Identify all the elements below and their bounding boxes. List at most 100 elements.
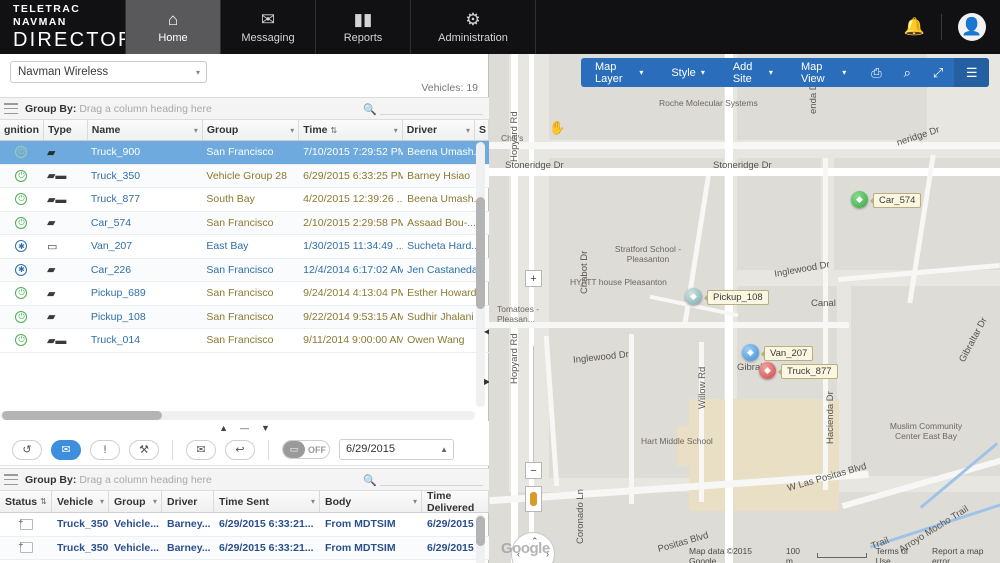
nav-item-messaging[interactable]: ✉ Messaging: [220, 0, 315, 54]
vehicle-type-cell: ▰: [43, 216, 87, 229]
vehicle-type-cell: ▰: [43, 287, 87, 300]
live-toggle[interactable]: ▭ OFF: [282, 440, 330, 459]
table-row[interactable]: Truck_350Vehicle...Barney...6/29/2015 6:…: [0, 513, 489, 537]
cell-driver: Beena Umash...: [403, 193, 476, 205]
table-row[interactable]: ⏻▰Pickup_108San Francisco9/22/2014 9:53:…: [0, 306, 489, 330]
message-column-header-vehicle[interactable]: Vehicle▾: [52, 491, 109, 512]
scroll-thumb[interactable]: [476, 516, 485, 546]
table-row[interactable]: ⏻▰▬Truck_877South Bay4/20/2015 12:39:26 …: [0, 188, 489, 212]
vehicle-marker-label[interactable]: Car_574: [873, 193, 921, 208]
column-filter-icon[interactable]: ▾: [413, 497, 417, 506]
map-view-label: Map View: [801, 61, 837, 85]
vehicle-marker-label[interactable]: Van_207: [764, 346, 813, 361]
nav-item-home[interactable]: ⌂ Home: [125, 0, 220, 54]
cell-group: San Francisco: [202, 287, 299, 299]
map-layer-menu[interactable]: Map Layer ▾: [581, 61, 657, 85]
vehicle-column-header-name[interactable]: Name▾: [88, 120, 203, 140]
message-icon-button[interactable]: ✉: [51, 440, 81, 460]
vehicle-marker-label[interactable]: Pickup_108: [707, 290, 769, 305]
message-column-header-driver[interactable]: Driver: [162, 491, 214, 512]
date-input[interactable]: 6/29/2015 ▲: [339, 439, 454, 460]
vehicle-marker-label[interactable]: Truck_877: [781, 364, 838, 379]
column-filter-icon[interactable]: ▾: [153, 497, 157, 506]
vehicle-column-header-driver[interactable]: Driver▾: [403, 120, 475, 140]
column-filter-icon[interactable]: ▾: [290, 126, 294, 135]
vehicle-grid-horizontal-scrollbar[interactable]: [0, 411, 475, 420]
tools-icon-button[interactable]: ⚒: [129, 440, 159, 460]
table-row[interactable]: ⏻▰▬Truck_350Vehicle Group 286/29/2015 6:…: [0, 165, 489, 189]
table-row[interactable]: ✱▭Van_207East Bay1/30/2015 11:34:49 ...S…: [0, 235, 489, 259]
send-message-icon-button[interactable]: ✉: [186, 440, 216, 460]
message-column-header-group[interactable]: Group▾: [109, 491, 162, 512]
street-view-pegman-icon[interactable]: [525, 486, 542, 512]
column-filter-icon[interactable]: ▾: [394, 126, 398, 135]
column-filter-icon[interactable]: ▾: [194, 126, 198, 135]
organization-select[interactable]: Navman Wireless ▾: [10, 61, 207, 83]
cell-name: Pickup_689: [87, 287, 203, 299]
user-avatar-icon[interactable]: 👤: [958, 13, 986, 41]
table-row[interactable]: ⏻▰Car_574San Francisco2/10/2015 2:29:58 …: [0, 212, 489, 236]
vehicle-column-header-s[interactable]: S: [475, 120, 489, 140]
message-column-header-body[interactable]: Body▾: [320, 491, 422, 512]
grid-menu-icon[interactable]: [4, 103, 18, 114]
vehicle-column-header-time[interactable]: Time⇅▾: [299, 120, 403, 140]
column-label: Type: [48, 124, 72, 136]
print-icon[interactable]: ⎙: [860, 65, 892, 81]
column-filter-icon[interactable]: ▾: [311, 497, 315, 506]
vehicle-grid-vertical-scrollbar[interactable]: [476, 142, 485, 407]
date-spinner-icon[interactable]: ▲: [440, 440, 448, 460]
map-view-menu[interactable]: Map View ▾: [787, 61, 860, 85]
splitter-grip-icon[interactable]: —: [240, 423, 249, 433]
vehicle-marker-truck_877[interactable]: ◆: [759, 362, 776, 379]
search-icon[interactable]: ⌕: [893, 65, 922, 81]
scroll-thumb[interactable]: [2, 411, 162, 420]
column-filter-icon[interactable]: ▾: [466, 126, 470, 135]
cell-vehicle: Truck_350: [52, 518, 109, 530]
group-by-label: Group By:: [25, 474, 76, 486]
table-row[interactable]: ⏻▰▬Truck_014San Francisco9/11/2014 9:00:…: [0, 329, 489, 353]
zoom-slider-track[interactable]: [533, 346, 534, 462]
map-panel[interactable]: Hopyard Rd Stoneridge Dr Stoneridge Dr C…: [489, 54, 1000, 563]
splitter-up-icon[interactable]: ▲: [219, 423, 228, 433]
scroll-thumb[interactable]: [476, 197, 485, 309]
splitter-down-icon[interactable]: ▼: [261, 423, 270, 433]
message-column-header-time-sent[interactable]: Time Sent▾: [214, 491, 320, 512]
table-row[interactable]: Truck_350Vehicle...Barney...6/29/2015 6:…: [0, 537, 489, 561]
table-row[interactable]: ⏻▰Truck_900San Francisco7/10/2015 7:29:5…: [0, 141, 489, 165]
zoom-in-button[interactable]: +: [525, 270, 542, 287]
map-canvas[interactable]: Hopyard Rd Stoneridge Dr Stoneridge Dr C…: [489, 54, 1000, 563]
vehicle-marker-van_207[interactable]: ◆: [742, 344, 759, 361]
cell-time: 2/10/2015 2:29:58 PM: [299, 217, 403, 229]
cell-body: From MDTSIM: [320, 518, 422, 530]
reply-icon-button[interactable]: ↩: [225, 440, 255, 460]
nav-item-reports[interactable]: ▮▮ Reports: [315, 0, 410, 54]
message-column-header-status[interactable]: Status⇅: [0, 491, 52, 512]
vehicle-search-input[interactable]: 🔍: [363, 101, 483, 117]
message-status-icon: [20, 542, 33, 553]
terms-of-use-link[interactable]: Terms of Use: [876, 546, 923, 563]
info-icon-button[interactable]: !: [90, 440, 120, 460]
fullscreen-icon[interactable]: ⤢: [922, 65, 954, 81]
add-site-menu[interactable]: Add Site ▾: [719, 61, 787, 85]
style-menu[interactable]: Style ▾: [657, 67, 718, 79]
history-icon-button[interactable]: ↺: [12, 440, 42, 460]
vehicle-column-header-gnition[interactable]: gnition: [0, 120, 44, 140]
panel-splitter[interactable]: ▲ — ▼: [0, 421, 489, 435]
vehicle-column-header-group[interactable]: Group▾: [203, 120, 299, 140]
table-row[interactable]: ✱▰Car_226San Francisco12/4/2014 6:17:02 …: [0, 259, 489, 283]
message-status-icon: [20, 519, 33, 530]
grid-menu-icon[interactable]: [4, 474, 18, 485]
vehicle-marker-car_574[interactable]: ◆: [851, 191, 868, 208]
vehicle-marker-pickup_108[interactable]: ◆: [685, 288, 702, 305]
zoom-out-button[interactable]: −: [525, 462, 542, 479]
report-map-error-link[interactable]: Report a map error: [932, 546, 1000, 563]
bell-icon[interactable]: 🔔: [904, 17, 925, 37]
message-search-input[interactable]: 🔍: [363, 472, 483, 488]
vehicle-column-header-type[interactable]: Type: [44, 120, 88, 140]
nav-item-administration[interactable]: ⚙ Administration: [410, 0, 535, 54]
table-row[interactable]: ⏻▰Pickup_689San Francisco9/24/2014 4:13:…: [0, 282, 489, 306]
message-column-header-time-delivered[interactable]: Time Delivered: [422, 491, 489, 512]
column-filter-icon[interactable]: ▾: [100, 497, 104, 506]
message-grid-vertical-scrollbar[interactable]: [476, 514, 485, 563]
menu-burger-icon[interactable]: ☰: [954, 58, 989, 87]
